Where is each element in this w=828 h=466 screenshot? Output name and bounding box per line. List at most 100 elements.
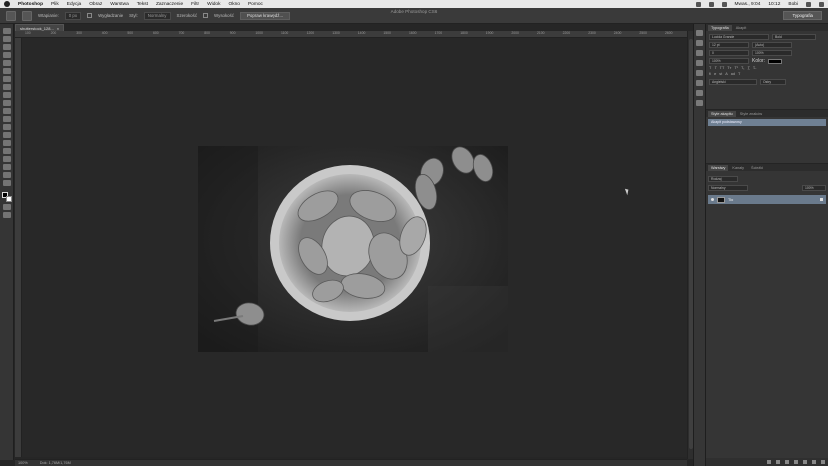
swash-button[interactable]: st — [719, 72, 722, 76]
adjustments-icon[interactable] — [696, 60, 703, 66]
strikethrough-button[interactable]: T̶ — [753, 66, 755, 70]
pen-tool-icon[interactable] — [2, 140, 11, 146]
antialias-checkbox[interactable] — [87, 13, 93, 18]
blur-tool-icon[interactable] — [2, 124, 11, 130]
fraction-button[interactable]: ad — [731, 72, 735, 76]
screen-mode-icon[interactable] — [2, 212, 11, 218]
document-image[interactable] — [198, 146, 508, 352]
subscript-button[interactable]: T₁ — [741, 66, 745, 70]
glyphs-icon[interactable] — [696, 100, 703, 106]
user-name[interactable]: Bobi — [788, 2, 798, 7]
menu-item-window[interactable]: Okno — [228, 2, 239, 7]
link-icon[interactable] — [767, 460, 771, 464]
menu-item-filter[interactable]: Filtr — [191, 2, 199, 7]
menu-item-image[interactable]: Obraz — [89, 2, 102, 7]
search-icon[interactable] — [806, 1, 811, 7]
character-icon[interactable] — [696, 80, 703, 86]
battery-icon[interactable] — [721, 1, 727, 7]
crop-tool-icon[interactable] — [2, 60, 11, 66]
kerning-select[interactable]: 0 — [709, 50, 749, 56]
dodge-tool-icon[interactable] — [2, 132, 11, 138]
clock-time[interactable]: 10:12 — [768, 2, 780, 7]
selection-mode-icon[interactable] — [22, 10, 32, 21]
superscript-button[interactable]: T¹ — [734, 66, 738, 70]
small-caps-button[interactable]: Tт — [727, 66, 731, 70]
menu-item-file[interactable]: Plik — [51, 2, 59, 7]
tab-layers[interactable]: Warstwy — [708, 165, 729, 171]
fx-icon[interactable] — [776, 460, 780, 464]
menu-item-type[interactable]: Tekst — [137, 2, 148, 7]
stamp-tool-icon[interactable] — [2, 92, 11, 98]
ordinal-button[interactable]: A — [725, 72, 728, 76]
quick-select-tool-icon[interactable] — [2, 52, 11, 58]
menu-item-layer[interactable]: Warstwa — [110, 2, 128, 7]
menu-app[interactable]: Photoshop — [18, 2, 43, 7]
menu-item-help[interactable]: Pomoc — [248, 2, 263, 7]
underline-button[interactable]: T̲ — [748, 66, 750, 70]
menu-item-view[interactable]: Widok — [207, 2, 220, 7]
tab-paths[interactable]: Ścieżki — [748, 165, 766, 171]
type-tool-icon[interactable] — [2, 148, 11, 154]
tray-icon[interactable] — [695, 1, 701, 7]
clock-date[interactable]: Mwas., 9:04 — [735, 2, 761, 7]
swap-icon[interactable] — [203, 13, 209, 18]
leading-select[interactable]: (Auto) — [752, 42, 792, 48]
document-tab[interactable]: shutterstock_128... × — [15, 24, 65, 31]
folder-icon[interactable] — [803, 460, 807, 464]
list-item[interactable]: Akapit podstawowy — [708, 119, 826, 126]
lasso-tool-icon[interactable] — [2, 44, 11, 50]
tab-paragraph-styles[interactable]: Style akapitu — [708, 111, 736, 117]
healing-tool-icon[interactable] — [2, 76, 11, 82]
brush-tool-icon[interactable] — [2, 84, 11, 90]
menu-item-select[interactable]: Zaznaczenie — [156, 2, 183, 7]
marquee-tool-icon[interactable] — [6, 10, 16, 21]
zoom-tool-icon[interactable] — [2, 180, 11, 186]
opacity-field[interactable]: 100% — [802, 185, 826, 191]
horizontal-ruler[interactable]: 100 200 300 400 500 600 700 800 900 1000 1100 1200 1… — [15, 31, 687, 38]
tab-character-styles[interactable]: Style znaków — [737, 111, 765, 117]
text-color-swatch[interactable] — [768, 58, 783, 64]
old-style-button[interactable]: σ — [714, 72, 716, 76]
faux-bold-button[interactable]: T — [709, 66, 711, 70]
trash-icon[interactable] — [821, 460, 825, 464]
history-icon[interactable] — [696, 30, 703, 36]
zoom-level[interactable]: 100% — [18, 461, 28, 465]
refine-edge-button[interactable]: Popraw krawędź... — [239, 11, 291, 20]
table-row[interactable]: Tło — [708, 195, 826, 204]
move-tool-icon[interactable] — [2, 28, 11, 34]
document-info[interactable]: Dok: 1,76M/1,76M — [40, 461, 71, 465]
quick-mask-icon[interactable] — [2, 204, 11, 210]
eye-icon[interactable] — [711, 198, 714, 201]
marquee-tool-icon[interactable] — [2, 36, 11, 42]
close-icon[interactable]: × — [57, 26, 59, 31]
font-style-select[interactable]: Bold — [772, 34, 816, 40]
blend-mode-select[interactable]: Normalny — [708, 185, 748, 191]
wifi-icon[interactable] — [708, 1, 714, 7]
new-layer-icon[interactable] — [812, 460, 816, 464]
properties-icon[interactable] — [696, 40, 703, 46]
adjustment-icon[interactable] — [794, 460, 798, 464]
gradient-tool-icon[interactable] — [2, 116, 11, 122]
antialias-select[interactable]: Ostry — [760, 79, 786, 85]
layer-filter-select[interactable]: Rodzaj — [708, 176, 738, 182]
workspace-select[interactable]: Typografia — [783, 11, 822, 20]
swatches-icon[interactable] — [696, 50, 703, 56]
history-brush-tool-icon[interactable] — [2, 100, 11, 106]
list-icon[interactable] — [819, 1, 824, 7]
tracking-select[interactable]: 100% — [752, 50, 792, 56]
font-size-select[interactable]: 12 pt — [709, 42, 749, 48]
paragraph-icon[interactable] — [696, 90, 703, 96]
eraser-tool-icon[interactable] — [2, 108, 11, 114]
menu-item-edit[interactable]: Edycja — [67, 2, 81, 7]
hand-tool-icon[interactable] — [2, 172, 11, 178]
styles-icon[interactable] — [696, 70, 703, 76]
feather-input[interactable]: 0 px — [64, 11, 82, 20]
apple-icon[interactable] — [4, 1, 10, 7]
titling-button[interactable]: T — [738, 72, 740, 76]
vertical-scale-field[interactable]: 100% — [709, 58, 749, 64]
style-select[interactable]: Normalny — [143, 11, 171, 20]
color-swatches[interactable] — [1, 192, 12, 202]
ligature-button[interactable]: fi — [709, 72, 711, 76]
background-color-icon[interactable] — [5, 196, 12, 202]
tab-channels[interactable]: Kanały — [729, 165, 747, 171]
